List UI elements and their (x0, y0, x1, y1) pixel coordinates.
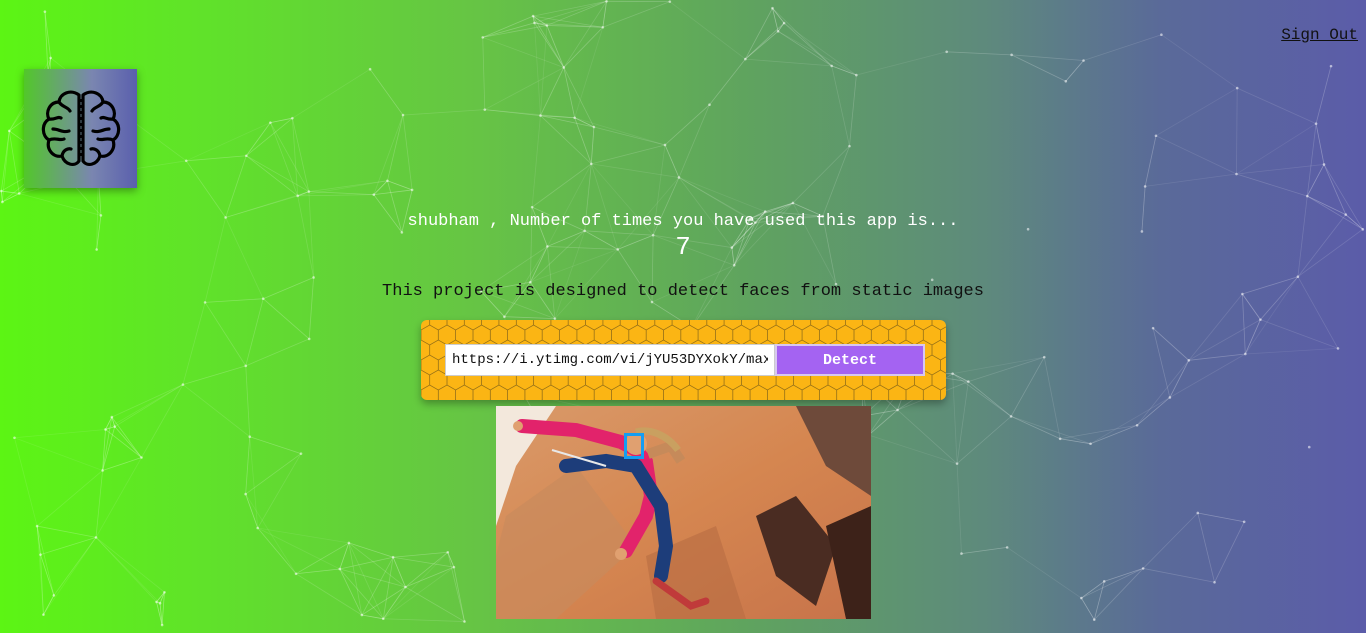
project-description: This project is designed to detect faces… (382, 282, 984, 301)
usage-count: 7 (675, 232, 691, 262)
sign-out-link[interactable]: Sign Out (1281, 26, 1358, 44)
result-image (496, 406, 871, 619)
detect-button[interactable]: Detect (775, 344, 925, 376)
brain-icon (41, 90, 121, 167)
logo-card (24, 69, 137, 188)
usage-greeting: shubham , Number of times you have used … (407, 212, 959, 231)
image-url-input[interactable] (445, 344, 775, 376)
rock-climber-photo (496, 406, 871, 619)
face-bounding-box (624, 433, 644, 459)
image-link-form: Detect (421, 320, 946, 400)
